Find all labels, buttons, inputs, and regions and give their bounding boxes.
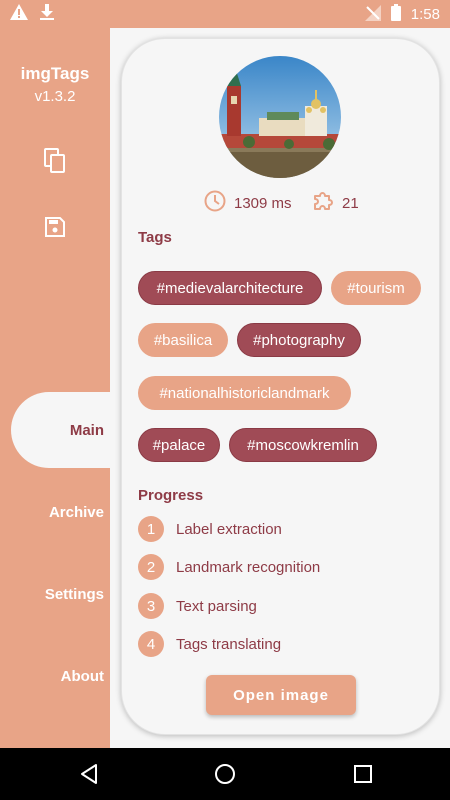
save-icon[interactable] bbox=[42, 214, 68, 240]
step-label: Landmark recognition bbox=[176, 558, 321, 576]
step-label: Text parsing bbox=[176, 597, 257, 615]
nav-active-indicator bbox=[11, 392, 121, 468]
warning-icon bbox=[10, 4, 28, 25]
puzzle-icon bbox=[312, 190, 334, 216]
tag-chip[interactable]: #nationalhistoriclandmark bbox=[138, 376, 351, 410]
tag-chip[interactable]: #photography bbox=[237, 323, 361, 357]
step-label: Tags translating bbox=[176, 635, 282, 653]
step-number: 2 bbox=[138, 554, 164, 580]
step-number: 4 bbox=[138, 631, 164, 657]
nav-item-about[interactable]: About bbox=[61, 668, 104, 685]
step-number: 1 bbox=[138, 516, 164, 542]
processing-time-value: 1309 ms bbox=[234, 194, 292, 212]
progress-step: 1 Label extraction bbox=[138, 516, 282, 542]
tag-count-value: 21 bbox=[342, 194, 359, 212]
status-clock: 1:58 bbox=[410, 6, 440, 23]
copy-icon[interactable] bbox=[42, 148, 68, 174]
app-version: v1.3.2 bbox=[34, 88, 76, 105]
status-bar: 1:58 bbox=[0, 0, 450, 28]
nav-item-main[interactable]: Main bbox=[70, 422, 104, 439]
sidebar: imgTags v1.3.2 Main Archive Settings Abo… bbox=[0, 28, 121, 748]
tag-chip[interactable]: #moscowkremlin bbox=[229, 428, 377, 462]
signal-off-icon bbox=[364, 4, 381, 25]
clock-icon bbox=[204, 190, 226, 216]
tag-chip[interactable]: #basilica bbox=[138, 323, 228, 357]
nav-item-settings[interactable]: Settings bbox=[45, 586, 104, 603]
tag-chip[interactable]: #palace bbox=[138, 428, 220, 462]
nav-item-archive[interactable]: Archive bbox=[49, 504, 104, 521]
battery-icon bbox=[390, 4, 401, 25]
open-image-button[interactable]: Open image bbox=[206, 675, 356, 715]
main-card: 1309 ms 21 Tags #medievalarchitecture #t… bbox=[121, 38, 440, 735]
progress-step: 2 Landmark recognition bbox=[138, 554, 320, 580]
step-label: Label extraction bbox=[176, 520, 282, 538]
tag-chip[interactable]: #medievalarchitecture bbox=[138, 271, 322, 305]
recents-icon[interactable] bbox=[351, 762, 375, 786]
progress-title: Progress bbox=[138, 487, 204, 504]
progress-step: 3 Text parsing bbox=[138, 593, 257, 619]
system-nav-bar bbox=[0, 748, 450, 800]
tag-count: 21 bbox=[312, 190, 359, 216]
tag-chip[interactable]: #tourism bbox=[331, 271, 421, 305]
step-number: 3 bbox=[138, 593, 164, 619]
tags-title: Tags bbox=[138, 229, 172, 246]
home-icon[interactable] bbox=[213, 762, 237, 786]
download-icon bbox=[40, 4, 54, 25]
processing-time: 1309 ms bbox=[204, 190, 292, 216]
progress-step: 4 Tags translating bbox=[138, 631, 281, 657]
back-icon[interactable] bbox=[77, 762, 101, 786]
selected-photo bbox=[219, 56, 341, 178]
stats-row: 1309 ms 21 bbox=[122, 190, 441, 216]
app-title: imgTags bbox=[20, 64, 90, 83]
